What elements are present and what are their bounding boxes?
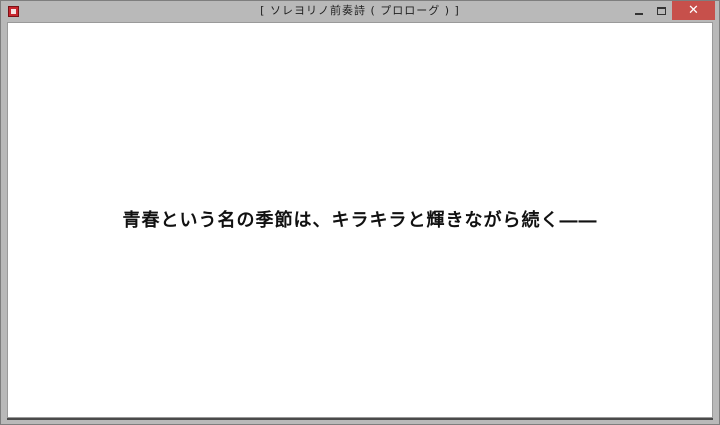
window-bottom-border [7, 418, 713, 420]
close-button[interactable]: ✕ [672, 1, 715, 20]
maximize-icon [656, 6, 666, 15]
minimize-button[interactable] [627, 1, 650, 20]
close-icon: ✕ [688, 3, 699, 18]
game-screen[interactable]: 青春という名の季節は、キラキラと輝きながら続く―― [7, 22, 713, 418]
minimize-icon [634, 12, 643, 15]
game-window: [ ソレヨリノ前奏詩 ( プロローグ ) ] ✕ 青春という名の季節は、キラキラ… [0, 0, 720, 425]
window-title: [ ソレヨリノ前奏詩 ( プロローグ ) ] [260, 4, 460, 17]
narration-text: 青春という名の季節は、キラキラと輝きながら続く―― [122, 210, 598, 231]
title-bar[interactable]: [ ソレヨリノ前奏詩 ( プロローグ ) ] ✕ [1, 1, 719, 22]
window-controls: ✕ [627, 1, 715, 21]
maximize-button[interactable] [650, 1, 672, 20]
